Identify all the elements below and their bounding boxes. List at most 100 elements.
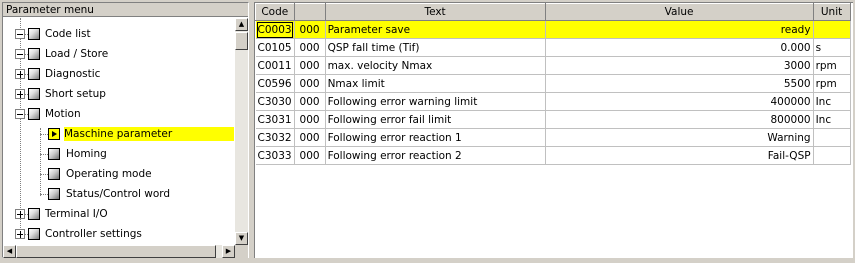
cell-unit[interactable]: rpm <box>813 56 851 75</box>
cell-unit[interactable]: rpm <box>813 74 851 93</box>
tree-item-label: Diagnostic <box>45 68 101 80</box>
scroll-thumb[interactable] <box>235 32 248 50</box>
tree-item-load-store[interactable]: Load / Store <box>3 44 235 64</box>
page-icon <box>48 148 60 160</box>
folder-icon <box>28 208 40 220</box>
table-row[interactable]: C3032 000 Following error reaction 1 War… <box>255 128 851 147</box>
tree-item-label: Terminal I/O <box>45 208 108 220</box>
cell-code[interactable]: C0596 <box>255 74 295 93</box>
cell-text[interactable]: QSP fall time (Tif) <box>325 38 546 57</box>
cell-code[interactable]: C3033 <box>255 146 295 165</box>
folder-icon <box>28 228 40 240</box>
expand-icon[interactable] <box>15 209 25 219</box>
tree-item-operating-mode[interactable]: Operating mode <box>3 164 235 184</box>
tree-horizontal-scrollbar[interactable]: ◀ ▶ <box>3 245 235 258</box>
expand-icon[interactable] <box>15 229 25 239</box>
collapse-icon[interactable] <box>15 49 25 59</box>
cell-subcode[interactable]: 000 <box>294 20 326 39</box>
tree-item-code-list[interactable]: Code list <box>3 24 235 44</box>
tree-vertical-scrollbar[interactable]: ▲ ▼ <box>235 18 248 245</box>
tree-item-label: Motion <box>45 108 81 120</box>
tree-item-label: Homing <box>66 148 107 160</box>
cell-unit[interactable]: Inc <box>813 110 851 129</box>
cell-text[interactable]: max. velocity Nmax <box>325 56 546 75</box>
table-row[interactable]: C3033 000 Following error reaction 2 Fai… <box>255 146 851 165</box>
tree-connector <box>40 194 48 195</box>
cell-subcode[interactable]: 000 <box>294 128 326 147</box>
expand-icon[interactable] <box>15 89 25 99</box>
cell-value[interactable]: Warning <box>545 128 814 147</box>
cell-subcode[interactable]: 000 <box>294 74 326 93</box>
cell-unit[interactable] <box>813 146 851 165</box>
cell-value[interactable]: 3000 <box>545 56 814 75</box>
tree-item-label: Maschine parameter <box>64 127 234 141</box>
column-header-code[interactable]: Code <box>255 3 295 21</box>
cell-unit[interactable]: s <box>813 38 851 57</box>
table-row[interactable]: C0003 000 Parameter save ready <box>255 20 851 39</box>
scroll-down-arrow-icon[interactable]: ▼ <box>235 232 248 245</box>
tree-connector <box>40 174 48 175</box>
cell-unit[interactable]: Inc <box>813 92 851 111</box>
cell-text[interactable]: Nmax limit <box>325 74 546 93</box>
tree-connector <box>40 134 48 135</box>
tree-item-controller-settings[interactable]: Controller settings <box>3 224 235 244</box>
panel-title: Parameter menu <box>3 3 248 17</box>
folder-icon <box>28 68 40 80</box>
tree-item-diagnostic[interactable]: Diagnostic <box>3 64 235 84</box>
cell-value[interactable]: 5500 <box>545 74 814 93</box>
column-header-subcode[interactable] <box>293 3 326 21</box>
expand-icon[interactable] <box>15 69 25 79</box>
cell-code[interactable]: C0105 <box>255 38 295 57</box>
cell-unit[interactable] <box>813 20 851 39</box>
table-row[interactable]: C3030 000 Following error warning limit … <box>255 92 851 111</box>
cell-subcode[interactable]: 000 <box>294 92 326 111</box>
scroll-right-arrow-icon[interactable]: ▶ <box>222 245 235 258</box>
cell-text[interactable]: Following error reaction 2 <box>325 146 546 165</box>
cell-subcode[interactable]: 000 <box>294 38 326 57</box>
scroll-thumb[interactable] <box>16 245 216 258</box>
cell-code[interactable]: C0003 <box>255 20 295 39</box>
tree-item-label: Operating mode <box>66 168 152 180</box>
table-row[interactable]: C0596 000 Nmax limit 5500 rpm <box>255 74 851 93</box>
tree-item-terminal-io[interactable]: Terminal I/O <box>3 204 235 224</box>
table-header-row: Code Text Value Unit <box>255 3 851 21</box>
cell-value[interactable]: Fail-QSP <box>545 146 814 165</box>
table-row[interactable]: C3031 000 Following error fail limit 800… <box>255 110 851 129</box>
cell-text[interactable]: Parameter save <box>325 20 546 39</box>
cell-subcode[interactable]: 000 <box>294 110 326 129</box>
cell-text[interactable]: Following error reaction 1 <box>325 128 546 147</box>
folder-icon <box>28 28 40 40</box>
column-header-value[interactable]: Value <box>544 3 814 21</box>
cell-subcode[interactable]: 000 <box>294 56 326 75</box>
parameter-grid-panel: Code Text Value Unit C0003 000 Parameter… <box>254 2 853 258</box>
cell-code[interactable]: C3031 <box>255 110 295 129</box>
cell-value[interactable]: 0.000 <box>545 38 814 57</box>
tree-item-short-setup[interactable]: Short setup <box>3 84 235 104</box>
cell-code[interactable]: C3032 <box>255 128 295 147</box>
cell-value[interactable]: 800000 <box>545 110 814 129</box>
cell-text[interactable]: Following error warning limit <box>325 92 546 111</box>
page-icon <box>48 188 60 200</box>
tree-item-homing[interactable]: Homing <box>3 144 235 164</box>
column-header-unit[interactable]: Unit <box>812 3 851 21</box>
cell-text[interactable]: Following error fail limit <box>325 110 546 129</box>
cell-code[interactable]: C3030 <box>255 92 295 111</box>
collapse-icon[interactable] <box>15 109 25 119</box>
tree-item-label: Load / Store <box>45 48 109 60</box>
tree-item-motion[interactable]: Motion <box>3 104 235 124</box>
collapse-icon[interactable] <box>15 29 25 39</box>
table-row[interactable]: C0105 000 QSP fall time (Tif) 0.000 s <box>255 38 851 57</box>
cell-unit[interactable] <box>813 128 851 147</box>
table-row[interactable]: C0011 000 max. velocity Nmax 3000 rpm <box>255 56 851 75</box>
cell-code[interactable]: C0011 <box>255 56 295 75</box>
cell-value[interactable]: ready <box>545 20 814 39</box>
tree-item-maschine-parameter[interactable]: Maschine parameter <box>3 124 235 144</box>
tree-item-label: Code list <box>45 28 91 40</box>
scroll-left-arrow-icon[interactable]: ◀ <box>3 245 16 258</box>
cell-value[interactable]: 400000 <box>545 92 814 111</box>
column-header-text[interactable]: Text <box>324 3 546 21</box>
scroll-up-arrow-icon[interactable]: ▲ <box>235 18 248 31</box>
tree-connector <box>40 154 48 155</box>
tree-item-status-control-word[interactable]: Status/Control word <box>3 184 235 204</box>
cell-subcode[interactable]: 000 <box>294 146 326 165</box>
